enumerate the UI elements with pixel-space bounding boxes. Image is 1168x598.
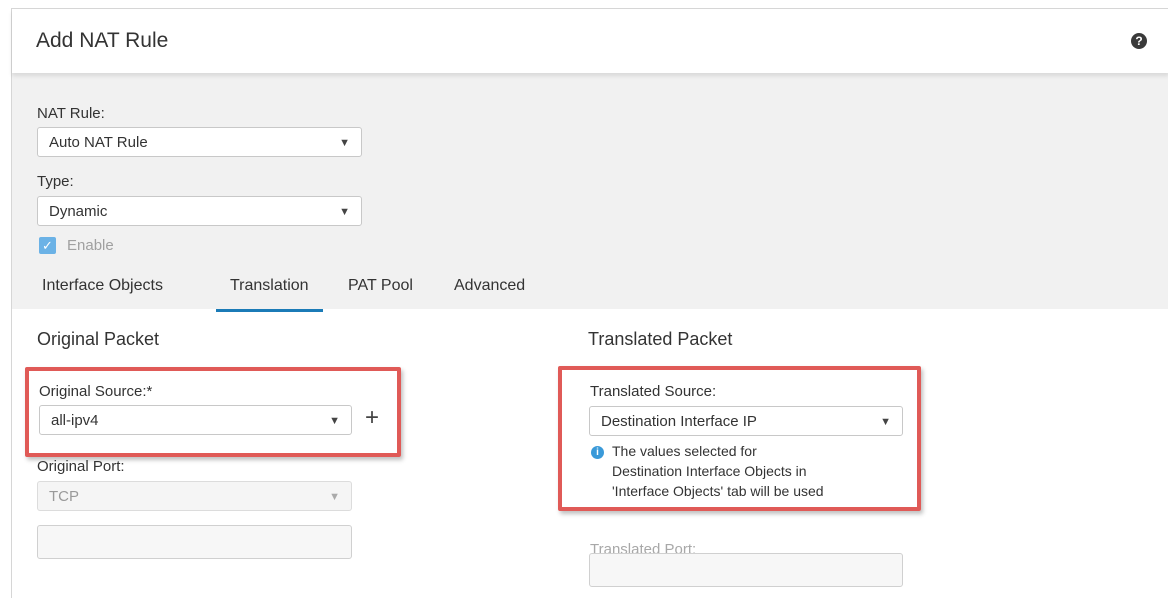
add-nat-rule-dialog: Add NAT Rule ? NAT Rule: Auto NAT Rule ▼… — [11, 8, 1168, 598]
tab-translation[interactable]: Translation — [216, 277, 323, 312]
original-port-input[interactable] — [37, 525, 352, 559]
nat-rule-select[interactable]: Auto NAT Rule ▼ — [37, 127, 362, 157]
chevron-down-icon: ▼ — [339, 137, 350, 149]
tab-pat-pool[interactable]: PAT Pool — [348, 277, 413, 309]
enable-checkbox[interactable]: ✓ — [39, 237, 56, 254]
dialog-header: Add NAT Rule ? — [12, 9, 1168, 73]
rule-settings-panel — [12, 73, 1168, 309]
type-select[interactable]: Dynamic ▼ — [37, 196, 362, 226]
original-port-label: Original Port: — [37, 458, 125, 475]
chevron-down-icon: ▼ — [329, 491, 340, 503]
chevron-down-icon: ▼ — [339, 206, 350, 218]
help-icon[interactable]: ? — [1131, 33, 1147, 49]
translated-port-input[interactable] — [589, 553, 903, 587]
type-value: Dynamic — [49, 203, 108, 220]
original-port-protocol-value: TCP — [49, 488, 79, 505]
dialog-title: Add NAT Rule — [36, 29, 169, 52]
tab-interface-objects[interactable]: Interface Objects — [42, 277, 163, 309]
translated-packet-title: Translated Packet — [588, 329, 733, 349]
original-packet-title: Original Packet — [37, 329, 160, 349]
original-port-protocol-select[interactable]: TCP ▼ — [37, 481, 352, 511]
translated-source-highlight — [558, 366, 921, 511]
nat-rule-label: NAT Rule: — [37, 105, 105, 122]
enable-label: Enable — [67, 237, 114, 254]
original-source-highlight — [25, 367, 401, 457]
type-label: Type: — [37, 173, 74, 190]
tab-advanced[interactable]: Advanced — [454, 277, 525, 309]
nat-rule-value: Auto NAT Rule — [49, 134, 148, 151]
